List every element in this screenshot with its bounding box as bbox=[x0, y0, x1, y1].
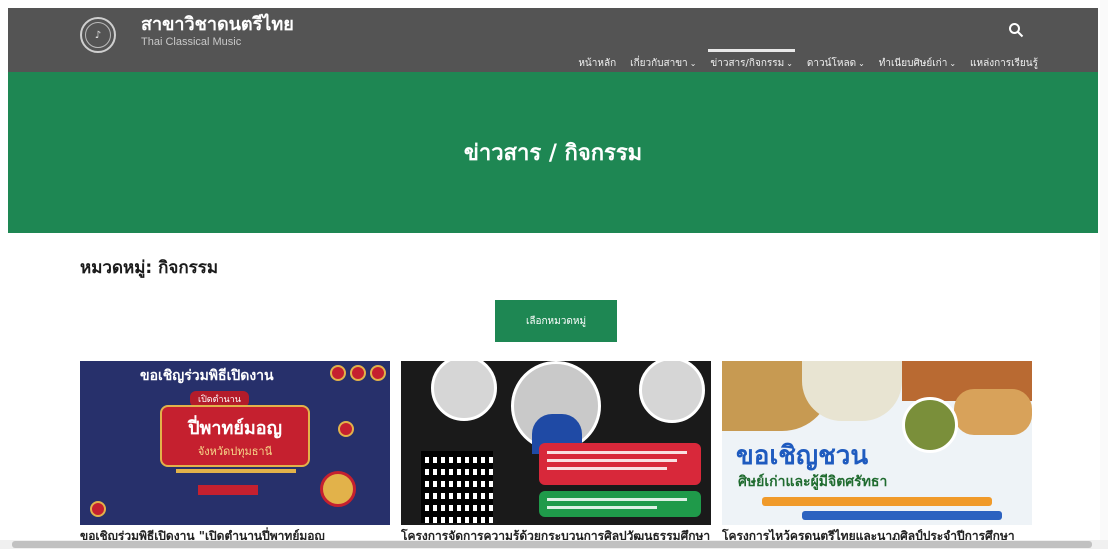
post-card[interactable]: ขอเชิญร่วมพิธีเปิดงาน เปิดตำนาน ปี่พาทย์… bbox=[80, 361, 390, 541]
site-header: ♪ สาขาวิชาดนตรีไทย Thai Classical Music … bbox=[8, 8, 1098, 72]
nav-item-about[interactable]: เกี่ยวกับสาขา ⌄ bbox=[630, 56, 696, 71]
horizontal-scrollbar[interactable] bbox=[0, 540, 1108, 549]
nav-item-label: หน้าหลัก bbox=[578, 58, 617, 69]
poster-big-text: ปี่พาทย์มอญ bbox=[188, 418, 282, 439]
poster-heading: ขอเชิญชวน bbox=[736, 441, 869, 471]
info-box-red bbox=[539, 443, 701, 485]
text-line bbox=[547, 467, 667, 470]
text-line bbox=[547, 498, 687, 501]
nav-item-home[interactable]: หน้าหลัก bbox=[578, 56, 616, 71]
text-line bbox=[547, 451, 687, 454]
scrollbar-thumb[interactable] bbox=[12, 541, 1092, 548]
food-image bbox=[954, 389, 1032, 435]
page-title: ข่าวสาร / กิจกรรม bbox=[463, 141, 643, 166]
ornament-icon bbox=[90, 501, 106, 517]
nav-item-learning[interactable]: แหล่งการเรียนรู้ bbox=[970, 56, 1038, 71]
post-thumbnail[interactable]: ขอเชิญร่วมพิธีเปิดงาน เปิดตำนาน ปี่พาทย์… bbox=[80, 361, 390, 525]
select-category-button[interactable]: เลือกหมวดหมู่ bbox=[495, 300, 617, 342]
search-icon[interactable] bbox=[1008, 22, 1024, 38]
decor-line bbox=[802, 511, 1002, 520]
text-line bbox=[547, 506, 657, 509]
post-card[interactable]: โครงการจัดการความรู้ด้วยกระบวนการศิลปวัฒ… bbox=[401, 361, 711, 541]
qr-code-icon bbox=[421, 451, 493, 523]
nav-item-label: เกี่ยวกับสาขา bbox=[630, 58, 688, 69]
emblem-icon bbox=[320, 471, 356, 507]
site-subtitle: Thai Classical Music bbox=[141, 36, 242, 48]
ornament-icon bbox=[350, 365, 366, 381]
poster-title-box: ปี่พาทย์มอญ จังหวัดปทุมธานี bbox=[160, 405, 310, 467]
post-title[interactable]: โครงการไหว้ครูดนตรีไทยและนาฏศิลป์ประจำปี… bbox=[722, 527, 1032, 541]
site-title[interactable]: สาขาวิชาดนตรีไทย bbox=[141, 14, 294, 36]
chevron-down-icon: ⌄ bbox=[949, 59, 957, 68]
decor-line bbox=[176, 469, 296, 473]
person-photo bbox=[511, 361, 601, 454]
food-image bbox=[802, 361, 902, 421]
text-line bbox=[547, 459, 677, 462]
chevron-down-icon: ⌄ bbox=[786, 59, 793, 68]
page-banner: ข่าวสาร / กิจกรรม bbox=[8, 72, 1098, 233]
poster-heading: ขอเชิญร่วมพิธีเปิดงาน bbox=[140, 368, 274, 384]
nav-item-label: ทำเนียบศิษย์เก่า bbox=[878, 58, 948, 69]
post-title[interactable]: โครงการจัดการความรู้ด้วยกระบวนการศิลปวัฒ… bbox=[401, 527, 711, 541]
vertical-scrollbar[interactable] bbox=[1100, 0, 1108, 540]
person-photo bbox=[639, 361, 705, 423]
food-plate bbox=[902, 397, 958, 453]
logo-icon[interactable]: ♪ bbox=[80, 17, 116, 53]
poster-sub-text: จังหวัดปทุมธานี bbox=[197, 445, 273, 458]
post-card[interactable]: ขอเชิญชวน ศิษย์เก่าและผู้มีจิตศรัทธา โคร… bbox=[722, 361, 1032, 541]
decor-strip bbox=[198, 485, 258, 495]
category-heading: หมวดหมู่: กิจกรรม bbox=[80, 258, 219, 278]
nav-item-label: แหล่งการเรียนรู้ bbox=[970, 58, 1038, 69]
person-photo bbox=[431, 361, 497, 421]
ornament-icon bbox=[338, 421, 354, 437]
nav-item-alumni[interactable]: ทำเนียบศิษย์เก่า ⌄ bbox=[879, 56, 956, 71]
nav-item-download[interactable]: ดาวน์โหลด ⌄ bbox=[807, 56, 865, 71]
poster-subheading: ศิษย์เก่าและผู้มีจิตศรัทธา bbox=[738, 474, 888, 490]
post-thumbnail[interactable]: ขอเชิญชวน ศิษย์เก่าและผู้มีจิตศรัทธา bbox=[722, 361, 1032, 525]
ornament-icon bbox=[330, 365, 346, 381]
info-box-green bbox=[539, 491, 701, 517]
ornament-icon bbox=[370, 365, 386, 381]
post-title[interactable]: ขอเชิญร่วมพิธีเปิดงาน "เปิดตำนานปี่พาทย์… bbox=[80, 527, 390, 541]
nav-item-label: ดาวน์โหลด bbox=[806, 58, 857, 69]
chevron-down-icon: ⌄ bbox=[858, 59, 865, 68]
decor-line bbox=[762, 497, 992, 506]
chevron-down-icon: ⌄ bbox=[689, 59, 697, 68]
main-nav: หน้าหลัก เกี่ยวกับสาขา ⌄ ข่าวสาร/กิจกรรม ⌄… bbox=[578, 49, 1038, 71]
post-thumbnail[interactable] bbox=[401, 361, 711, 525]
nav-item-news[interactable]: ข่าวสาร/กิจกรรม ⌄ bbox=[708, 49, 795, 71]
nav-item-label: ข่าวสาร/กิจกรรม bbox=[710, 58, 785, 69]
